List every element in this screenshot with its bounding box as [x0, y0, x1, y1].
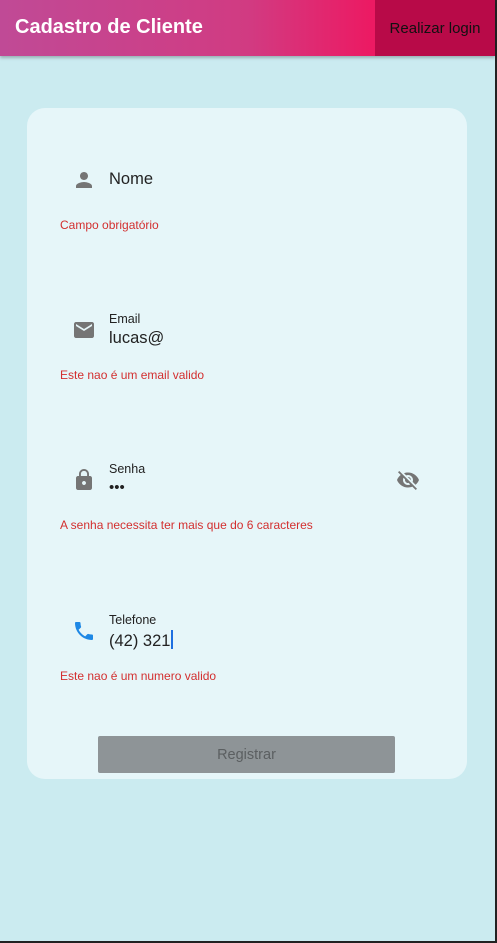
password-error: A senha necessita ter mais que do 6 cara… [60, 518, 313, 532]
phone-value: (42) 321 [109, 632, 171, 650]
app-bar: Cadastro de Cliente Realizar login [0, 0, 495, 56]
phone-error: Este nao é um numero valido [60, 669, 217, 683]
registration-card: Nome Campo obrigatório Email lucas@ Este… [27, 108, 467, 779]
password-label: Senha [109, 462, 146, 476]
register-button[interactable]: Registrar [98, 736, 395, 773]
name-input[interactable]: Nome [109, 170, 153, 189]
lock-icon [72, 468, 96, 492]
app-title: Cadastro de Cliente [15, 16, 203, 38]
phone-icon [72, 619, 96, 643]
mail-icon [72, 318, 96, 342]
login-button[interactable]: Realizar login [375, 0, 495, 56]
email-error: Este nao é um email valido [60, 368, 205, 382]
name-error: Campo obrigatório [60, 218, 159, 232]
visibility-off-icon[interactable] [396, 468, 420, 492]
phone-label: Telefone [109, 613, 157, 627]
password-input[interactable]: ••• [109, 479, 125, 496]
email-input[interactable]: lucas@ [109, 329, 164, 348]
phone-input[interactable]: (42) 321 [109, 630, 174, 651]
email-label: Email [109, 312, 141, 326]
text-cursor [171, 630, 174, 649]
person-icon [72, 168, 96, 192]
